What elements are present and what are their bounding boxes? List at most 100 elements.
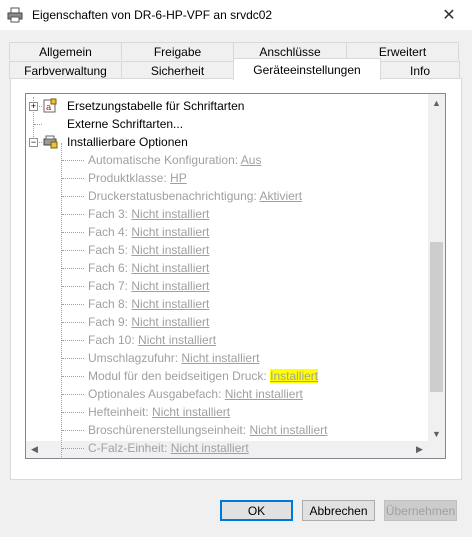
option-value[interactable]: Nicht installiert bbox=[131, 243, 209, 257]
option-item[interactable]: Fach 5: Nicht installiert bbox=[88, 241, 209, 259]
tree-connector bbox=[62, 214, 84, 215]
scroll-up-icon[interactable]: ▲ bbox=[428, 94, 445, 111]
tree-connector bbox=[62, 430, 84, 431]
expand-toggle-icon[interactable]: + bbox=[29, 102, 38, 111]
scroll-left-icon[interactable]: ◀ bbox=[26, 441, 43, 458]
option-item[interactable]: Fach 9: Nicht installiert bbox=[88, 313, 209, 331]
option-value[interactable]: Nicht installiert bbox=[181, 351, 259, 365]
option-value[interactable]: Nicht installiert bbox=[131, 297, 209, 311]
tab-info[interactable]: Info bbox=[380, 61, 460, 79]
option-label: Fach 9: bbox=[88, 315, 132, 329]
tree-connector bbox=[62, 160, 84, 161]
option-item[interactable]: Fach 3: Nicht installiert bbox=[88, 205, 209, 223]
tree-connector bbox=[62, 304, 84, 305]
close-button[interactable]: ✕ bbox=[426, 0, 472, 30]
tree-connector bbox=[62, 286, 84, 287]
option-label: Automatische Konfiguration: bbox=[88, 153, 241, 167]
option-value[interactable]: Nicht installiert bbox=[131, 207, 209, 221]
option-item[interactable]: C-Falz-Einheit: Nicht installiert bbox=[88, 439, 249, 457]
tree-connector bbox=[62, 412, 84, 413]
option-item[interactable]: Optionales Ausgabefach: Nicht installier… bbox=[88, 385, 303, 403]
window-title: Eigenschaften von DR-6-HP-VPF an srvdc02 bbox=[32, 8, 273, 22]
option-value[interactable]: Nicht installiert bbox=[138, 333, 216, 347]
option-value[interactable]: Nicht installiert bbox=[249, 423, 327, 437]
tree-connector bbox=[62, 376, 84, 377]
scroll-right-icon[interactable]: ▶ bbox=[411, 441, 428, 458]
tree-item[interactable]: Externe Schriftarten... bbox=[67, 115, 183, 133]
apply-button[interactable]: Übernehmen bbox=[384, 500, 457, 521]
option-label: Modul für den beidseitigen Druck: bbox=[88, 369, 271, 383]
tree-connector bbox=[61, 143, 62, 457]
close-icon: ✕ bbox=[442, 7, 456, 24]
option-value[interactable]: HP bbox=[170, 171, 187, 185]
option-value[interactable]: Nicht installiert bbox=[131, 225, 209, 239]
font-substitution-icon: a bbox=[43, 98, 57, 113]
option-item[interactable]: Druckerstatusbenachrichtigung: Aktiviert bbox=[88, 187, 302, 205]
scroll-down-icon[interactable]: ▼ bbox=[428, 425, 445, 442]
tab-geräteeinstellungen[interactable]: Geräteeinstellungen bbox=[233, 58, 381, 80]
option-item[interactable]: Fach 10: Nicht installiert bbox=[88, 331, 216, 349]
option-value[interactable]: Nicht installiert bbox=[131, 261, 209, 275]
option-item[interactable]: Modul für den beidseitigen Druck: Instal… bbox=[88, 367, 319, 385]
scrollbar-corner bbox=[428, 441, 445, 458]
tree-connector bbox=[62, 358, 84, 359]
option-item[interactable]: Umschlagzufuhr: Nicht installiert bbox=[88, 349, 259, 367]
option-item[interactable]: Broschürenerstellungseinheit: Nicht inst… bbox=[88, 421, 327, 439]
option-label: Umschlagzufuhr: bbox=[88, 351, 182, 365]
option-value[interactable]: Nicht installiert bbox=[225, 387, 303, 401]
printer-icon bbox=[7, 7, 23, 23]
tree-connector bbox=[62, 448, 84, 449]
tree-item[interactable]: Ersetzungstabelle für Schriftarten bbox=[67, 97, 244, 115]
option-label: Broschürenerstellungseinheit: bbox=[88, 423, 250, 437]
tree-connector bbox=[62, 394, 84, 395]
tab-farbverwaltung[interactable]: Farbverwaltung bbox=[9, 61, 122, 79]
cancel-button[interactable]: Abbrechen bbox=[302, 500, 375, 521]
option-item[interactable]: Fach 7: Nicht installiert bbox=[88, 277, 209, 295]
option-value[interactable]: Nicht installiert bbox=[131, 279, 209, 293]
option-item[interactable]: Fach 6: Nicht installiert bbox=[88, 259, 209, 277]
scroll-thumb[interactable] bbox=[430, 242, 443, 392]
option-item[interactable]: Fach 4: Nicht installiert bbox=[88, 223, 209, 241]
tree-connector bbox=[62, 196, 84, 197]
expand-toggle-icon[interactable]: − bbox=[29, 138, 38, 147]
option-label: C-Falz-Einheit: bbox=[88, 441, 171, 455]
tree-connector bbox=[62, 178, 84, 179]
ok-button[interactable]: OK bbox=[220, 500, 293, 521]
tree-connector bbox=[62, 232, 84, 233]
installable-options-icon bbox=[43, 135, 58, 149]
option-label: Fach 4: bbox=[88, 225, 132, 239]
option-value[interactable]: Nicht installiert bbox=[152, 405, 230, 419]
tree-connector bbox=[62, 268, 84, 269]
option-value[interactable]: Nicht installiert bbox=[131, 315, 209, 329]
option-value[interactable]: Installiert bbox=[270, 369, 319, 383]
option-item[interactable]: Fach 8: Nicht installiert bbox=[88, 295, 209, 313]
tab-sicherheit[interactable]: Sicherheit bbox=[121, 61, 234, 79]
tree-connector bbox=[34, 124, 42, 125]
tree-connector bbox=[62, 340, 84, 341]
tree-connector bbox=[62, 250, 84, 251]
option-label: Hefteinheit: bbox=[88, 405, 153, 419]
option-item[interactable]: Produktklasse: HP bbox=[88, 169, 187, 187]
option-item[interactable]: Automatische Konfiguration: Aus bbox=[88, 151, 261, 169]
option-label: Fach 5: bbox=[88, 243, 132, 257]
option-label: Fach 8: bbox=[88, 297, 132, 311]
tree-connector bbox=[62, 322, 84, 323]
settings-tree[interactable]: ▲ ▼ ◀ ▶ + a Ersetzungstabelle für Schrifta… bbox=[25, 93, 446, 459]
tab-allgemein[interactable]: Allgemein bbox=[9, 42, 122, 60]
vertical-scrollbar[interactable]: ▲ ▼ bbox=[428, 94, 445, 442]
option-value[interactable]: Aus bbox=[241, 153, 262, 167]
option-value[interactable]: Nicht installiert bbox=[171, 441, 249, 455]
tree-item[interactable]: Installierbare Optionen bbox=[67, 133, 188, 151]
tab-row-bottom: Farbverwaltung Sicherheit Geräteeinstellun… bbox=[9, 58, 460, 80]
option-value[interactable]: Aktiviert bbox=[259, 189, 302, 203]
tab-freigabe[interactable]: Freigabe bbox=[121, 42, 234, 60]
title-bar: Eigenschaften von DR-6-HP-VPF an srvdc02… bbox=[0, 0, 472, 30]
tab-panel-device-settings: ▲ ▼ ◀ ▶ + a Ersetzungstabelle für Schrifta… bbox=[10, 78, 462, 480]
option-label: Fach 3: bbox=[88, 207, 132, 221]
option-label: Fach 10: bbox=[88, 333, 139, 347]
option-label: Druckerstatusbenachrichtigung: bbox=[88, 189, 260, 203]
option-item[interactable]: Hefteinheit: Nicht installiert bbox=[88, 403, 230, 421]
option-label: Optionales Ausgabefach: bbox=[88, 387, 225, 401]
option-label: Fach 7: bbox=[88, 279, 132, 293]
option-label: Fach 6: bbox=[88, 261, 132, 275]
